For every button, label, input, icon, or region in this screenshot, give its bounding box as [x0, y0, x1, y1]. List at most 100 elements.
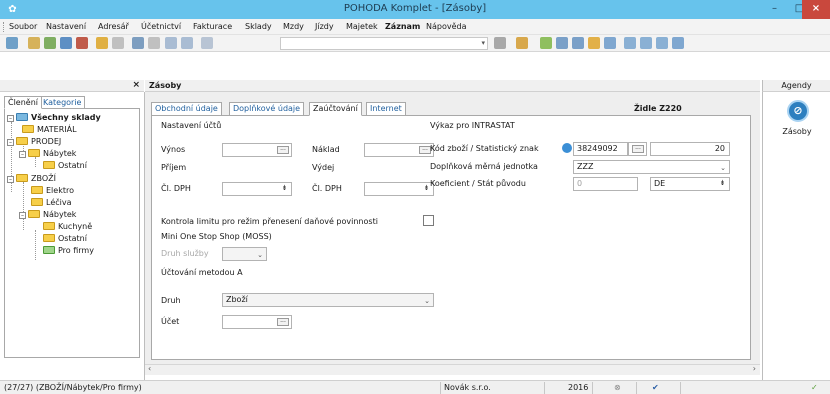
browse-button[interactable]: ... — [277, 146, 289, 154]
doplnkova-mj-value: ZZZ — [577, 162, 594, 171]
agendy-header: Agendy — [762, 80, 830, 92]
tag-icon[interactable] — [96, 37, 108, 49]
browse-button[interactable]: ... — [277, 318, 289, 326]
tab-doplnkove-udaje[interactable]: Doplňkové údaje — [229, 102, 305, 116]
tree-node-nabytek[interactable]: – Nábytek — [19, 209, 76, 220]
kontrola-limitu-checkbox[interactable] — [423, 215, 434, 226]
first-record-icon[interactable] — [6, 37, 18, 49]
menu-napoveda[interactable]: Nápověda — [426, 22, 467, 31]
menu-zaznam[interactable]: Záznam — [385, 22, 420, 31]
refresh-icon[interactable] — [540, 37, 552, 49]
scroll-right-icon[interactable]: › — [753, 364, 756, 373]
collapse-icon[interactable]: – — [7, 115, 14, 122]
kod-zbozi-field[interactable]: 38249092 — [573, 142, 628, 156]
collapse-icon[interactable]: – — [19, 151, 26, 158]
tree-node-ostatni[interactable]: Ostatní — [43, 233, 87, 244]
druh-select[interactable]: Zboží ⌄ — [222, 293, 434, 307]
clear-search-icon[interactable] — [494, 37, 506, 49]
close-button[interactable]: × — [802, 0, 830, 19]
koeficient-value: 0 — [577, 179, 583, 188]
menu-majetek[interactable]: Majetek — [346, 22, 378, 31]
delete-icon[interactable] — [76, 37, 88, 49]
koeficient-label: Koeficient / Stát původu — [430, 179, 526, 188]
cl-dph-label: Čl. DPH — [312, 184, 342, 193]
agenda-zasoby-label[interactable]: Zásoby — [763, 127, 830, 136]
menu-fakturace[interactable]: Fakturace — [193, 22, 232, 31]
stat-puvodu-field[interactable]: DE ⇟ — [650, 177, 730, 191]
menu-mzdy[interactable]: Mzdy — [283, 22, 304, 31]
menu-nastaveni[interactable]: Nastavení — [46, 22, 86, 31]
collapse-icon[interactable]: – — [7, 139, 14, 146]
scroll-left-icon[interactable]: ‹ — [148, 364, 151, 373]
tab-zauctovani[interactable]: Zaúčtování — [309, 102, 362, 116]
tree-node-ostatni[interactable]: Ostatní — [43, 160, 87, 171]
browse-button[interactable]: ... — [632, 145, 644, 153]
minimize-button[interactable]: – — [761, 0, 788, 19]
stat-znak-field[interactable]: 20 — [650, 142, 730, 156]
close-icon[interactable]: × — [132, 80, 140, 90]
koeficient-field[interactable]: 0 — [573, 177, 638, 191]
tree-node-kuchyne[interactable]: Kuchyně — [43, 221, 92, 232]
tree-line — [23, 182, 24, 230]
tree-node-label: Léčiva — [46, 198, 72, 207]
tree-node-elektro[interactable]: Elektro — [31, 185, 74, 196]
category-tree: – Všechny sklady MATERIÁL – PRODEJ – Nábyte… — [4, 108, 140, 358]
menu-sklady[interactable]: Sklady — [245, 22, 272, 31]
collapse-icon[interactable]: – — [19, 212, 26, 219]
tab-obchodni-udaje[interactable]: Obchodní údaje — [151, 102, 222, 116]
tab-cleneni[interactable]: Členění — [4, 96, 43, 109]
globe-icon[interactable] — [562, 143, 572, 153]
tree-node-material[interactable]: MATERIÁL — [22, 124, 77, 135]
druh-value: Zboží — [226, 295, 248, 304]
forward-icon[interactable] — [148, 37, 160, 49]
horizontal-scrollbar[interactable]: ‹ › — [145, 364, 760, 375]
copy-icon[interactable] — [201, 37, 213, 49]
dropdown-arrow-icon[interactable] — [112, 37, 124, 49]
cl-dph-label: Čl. DPH — [161, 184, 191, 193]
table-icon[interactable] — [556, 37, 568, 49]
naklad-field[interactable]: ... — [364, 143, 434, 157]
tree-node-nabytek[interactable]: – Nábytek — [19, 148, 76, 159]
tree-node-label: Ostatní — [58, 234, 87, 243]
filter-cancel-icon[interactable] — [181, 37, 193, 49]
archive-icon[interactable] — [516, 37, 528, 49]
menu-grip[interactable] — [3, 22, 5, 32]
menu-soubor[interactable]: Soubor — [9, 22, 37, 31]
window-icon[interactable] — [640, 37, 652, 49]
tree-node-pro-firmy[interactable]: Pro firmy — [43, 245, 94, 256]
window-icon[interactable] — [656, 37, 668, 49]
document-icon[interactable] — [572, 37, 584, 49]
tree-node-vsechny-sklady[interactable]: – Všechny sklady — [7, 112, 101, 123]
tree-node-leciva[interactable]: Léčiva — [31, 197, 72, 208]
window-icon[interactable] — [624, 37, 636, 49]
divider — [592, 382, 593, 394]
kod-zbozi-browse[interactable]: ... — [628, 142, 647, 156]
help-icon[interactable] — [672, 37, 684, 49]
tab-internet[interactable]: Internet — [366, 102, 406, 116]
tree-node-prodej[interactable]: – PRODEJ — [7, 136, 61, 147]
cl-dph-prijem-field[interactable]: ⇟ — [222, 182, 292, 196]
cl-dph-vydej-field[interactable]: ⇟ — [364, 182, 434, 196]
group-icon[interactable] — [588, 37, 600, 49]
menu-ucetnictvi[interactable]: Účetnictví — [141, 22, 181, 31]
tree-node-zbozi[interactable]: – ZBOŽÍ — [7, 173, 56, 184]
spinner-icon[interactable]: ⇟ — [280, 184, 289, 194]
ribbon-space — [0, 52, 830, 80]
menu-jizdy[interactable]: Jízdy — [315, 22, 334, 31]
collapse-icon[interactable]: – — [7, 176, 14, 183]
print-preview-icon[interactable] — [60, 37, 72, 49]
bank-icon[interactable] — [604, 37, 616, 49]
zasoby-agenda-icon[interactable]: ⊘ — [787, 100, 809, 122]
vynos-field[interactable]: ... — [222, 143, 292, 157]
back-icon[interactable] — [132, 37, 144, 49]
ucet-field[interactable]: ... — [222, 315, 292, 329]
save-icon[interactable] — [44, 37, 56, 49]
new-record-icon[interactable] — [28, 37, 40, 49]
quick-search-combo[interactable]: ▾ — [280, 37, 488, 50]
menu-adresar[interactable]: Adresář — [98, 22, 129, 31]
filter-icon[interactable] — [165, 37, 177, 49]
divider — [636, 382, 637, 394]
settings-icon[interactable]: ⊗ — [614, 383, 621, 392]
doplnkova-mj-select[interactable]: ZZZ ⌄ — [573, 160, 730, 174]
spinner-icon[interactable]: ⇟ — [718, 179, 727, 189]
